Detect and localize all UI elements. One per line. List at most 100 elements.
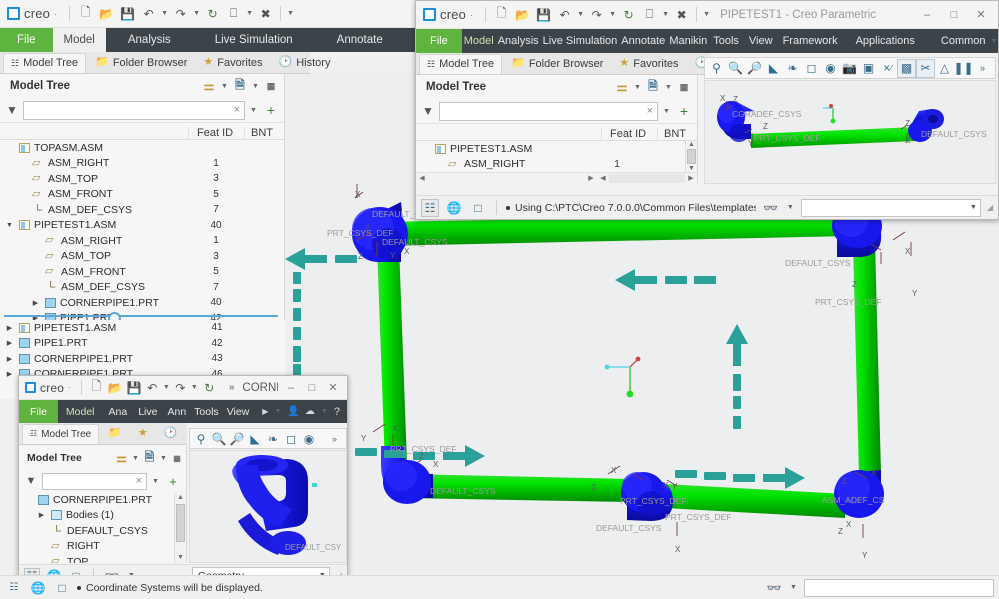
navtab-favorites[interactable]: ★: [131, 424, 155, 444]
ribbon-tab-live-simulation[interactable]: Live Simulation: [193, 28, 315, 52]
resize-grip[interactable]: ◢: [987, 203, 993, 212]
zoom-out-icon[interactable]: 🔎: [228, 430, 246, 448]
ribbon-tab-manikin[interactable]: Manikin: [667, 29, 709, 53]
navtab-history[interactable]: 🕑 History: [272, 53, 338, 73]
tree-vscrollbar-main[interactable]: ▲ ▼: [685, 141, 697, 172]
tree-columns-icon[interactable]: ▦: [262, 77, 280, 95]
display-icon[interactable]: 🗎: [644, 78, 662, 96]
filter-row-back[interactable]: ▼ × ▼ +: [0, 98, 284, 122]
annotation-display-icon[interactable]: ✕∕: [878, 59, 897, 78]
save-icon[interactable]: 💾: [534, 5, 553, 24]
search-dropdown-icon[interactable]: ▼: [789, 584, 798, 591]
section-icon[interactable]: ✂: [916, 59, 935, 78]
ribbon-tab-view[interactable]: View: [222, 400, 255, 423]
repaint-icon[interactable]: ⚲: [707, 59, 726, 78]
window-pipetest1[interactable]: creo · 🗋 📂 💾 ↶ ▼ ↷ ▼ ↻ ⎕ ▼ ✖ ▼ PIPETEST1…: [415, 0, 999, 220]
redo-dropdown-icon[interactable]: ▼: [192, 10, 201, 17]
undo-icon[interactable]: ↶: [555, 5, 574, 24]
navtab-favorites[interactable]: ★ Favorites: [196, 53, 269, 73]
tree-body-lower-back[interactable]: PIPETEST1.ASM41PIPE1.PRT42CORNERPIPE1.PR…: [0, 320, 285, 380]
chevron-right-icon[interactable]: [36, 511, 47, 519]
undo-dropdown-icon[interactable]: ▼: [576, 11, 585, 18]
ribbon-tab-file[interactable]: File: [19, 400, 58, 423]
tree-row[interactable]: PIPE1.PRT42: [0, 336, 285, 352]
display-dropdown-icon[interactable]: ▼: [159, 455, 168, 462]
tree-row[interactable]: PIPETEST1.ASM40: [0, 218, 284, 234]
view-display-icon[interactable]: ◻: [282, 430, 300, 448]
undo-dropdown-icon[interactable]: ▼: [160, 10, 169, 17]
navtab-folder-browser[interactable]: 📁 Folder Browser: [504, 54, 610, 74]
tree-row[interactable]: ASM_FRONT5: [0, 187, 284, 203]
chevron-right-icon[interactable]: [30, 299, 41, 307]
chevron-down-icon[interactable]: ▼: [273, 408, 282, 415]
redo-icon[interactable]: ↷: [587, 5, 606, 24]
tree-columns-icon[interactable]: ▦: [170, 449, 184, 467]
zoom-out-icon[interactable]: 🔎: [745, 59, 764, 78]
navigator-tabs-main[interactable]: ☷ Model Tree 📁 Folder Browser ★ Favorite…: [416, 53, 711, 75]
tree-row[interactable]: TOP: [19, 554, 174, 563]
tree-row[interactable]: PIPETEST1.ASM: [416, 141, 685, 157]
tree-body-main[interactable]: PIPETEST1.ASMASM_RIGHT1ASM_TOP3: [416, 141, 685, 172]
save-icon[interactable]: 💾: [126, 379, 143, 396]
clear-icon[interactable]: ×: [234, 104, 240, 116]
quick-access-toolbar-back[interactable]: 🗋 📂 💾 ↶ ▼ ↷ ▼ ↻ ⎕ ▼ ✖ ▼: [76, 4, 295, 23]
maximize-button[interactable]: □: [941, 5, 967, 25]
cloud-icon[interactable]: ☁: [305, 406, 315, 417]
redo-icon[interactable]: ↷: [171, 4, 190, 23]
new-icon[interactable]: 🗋: [492, 5, 511, 24]
settings-icon[interactable]: ⚌: [613, 78, 631, 96]
scroll-track-2[interactable]: [609, 174, 685, 183]
add-filter-icon[interactable]: +: [164, 472, 182, 490]
viewport-main[interactable]: CGRADEF_CSYS DEFAULT_CSYS PRT_CSYS_DEF X…: [704, 80, 996, 184]
datum-display-icon[interactable]: ❧: [264, 430, 282, 448]
ribbon-tab-view[interactable]: View: [743, 29, 779, 53]
window-cornerpipe1[interactable]: creo · 🗋 📂 💾 ↶ ▼ ↷ ▼ ↻ » CORNE – □ ✕ Fil…: [18, 375, 348, 587]
appearance-icon[interactable]: ◉: [821, 59, 840, 78]
model-tree-toggle-icon[interactable]: ☷: [421, 199, 439, 217]
refit-icon[interactable]: ◣: [764, 59, 783, 78]
tree-row[interactable]: ASM_DEF_CSYS7: [0, 280, 284, 296]
ribbon-tab-file[interactable]: File: [416, 29, 462, 53]
scroll-left-icon[interactable]: ◀: [416, 174, 428, 182]
regenerate-icon[interactable]: ↻: [619, 5, 638, 24]
close-window-icon[interactable]: ✖: [256, 4, 275, 23]
tree-row[interactable]: ASM_RIGHT1: [0, 156, 284, 172]
filter-dropdown-icon[interactable]: ▼: [662, 108, 671, 115]
open-icon[interactable]: 📂: [107, 379, 124, 396]
ribbon-right-front[interactable]: ▶ ▼ 👤 ☁ ▼ ?: [262, 400, 347, 423]
tree-hscrollbar-main-2[interactable]: ◀ ▶: [597, 172, 697, 183]
graphics-toolbar-main[interactable]: ⚲ 🔍 🔎 ◣ ❧ ◻ ◉ 📷 ▣ ✕∕ ▩ ✂ △ ❚❚ »: [704, 57, 996, 79]
navigator-tabs-back[interactable]: ☷ Model Tree 📁 Folder Browser ★ Favorite…: [0, 52, 310, 74]
zoom-in-icon[interactable]: 🔍: [210, 430, 228, 448]
ribbon-tab-model[interactable]: Model: [462, 29, 496, 53]
spin-center-icon[interactable]: ▩: [897, 59, 916, 78]
navtab-model-tree[interactable]: ☷ Model Tree: [22, 424, 99, 444]
tree-row[interactable]: ASM_FRONT5: [0, 264, 284, 280]
filter-dropdown-icon[interactable]: ▼: [151, 478, 160, 485]
redo-dropdown-icon[interactable]: ▼: [608, 11, 617, 18]
close-button[interactable]: ✕: [323, 378, 343, 398]
navtab-history[interactable]: 🕑: [157, 424, 185, 444]
filter-input-back[interactable]: ×: [23, 101, 245, 120]
ribbon-tab-common[interactable]: Common: [929, 29, 990, 53]
qat-customize-icon[interactable]: ▼: [286, 10, 295, 17]
ribbon-tab-framework[interactable]: Framework: [779, 29, 842, 53]
scroll-up-icon[interactable]: ▲: [688, 141, 695, 148]
window-dropdown-icon[interactable]: ▼: [245, 10, 254, 17]
close-button[interactable]: ✕: [968, 5, 994, 25]
add-filter-icon[interactable]: +: [262, 101, 280, 119]
search-binoculars-icon[interactable]: 👓: [765, 579, 783, 597]
display-dropdown-icon[interactable]: ▼: [664, 84, 673, 91]
search-binoculars-icon[interactable]: 👓: [762, 199, 780, 217]
scroll-down-icon[interactable]: ▼: [688, 165, 695, 172]
clear-icon[interactable]: ×: [136, 475, 142, 487]
settings-icon[interactable]: ⚌: [200, 77, 218, 95]
tree-row[interactable]: TOPASM.ASM: [0, 140, 284, 156]
minimize-button[interactable]: –: [914, 5, 940, 25]
chevron-down-icon[interactable]: [4, 222, 15, 229]
undo-icon[interactable]: ↶: [145, 379, 160, 396]
status-search-combo-back[interactable]: [804, 579, 994, 597]
ribbon-tab-annotate[interactable]: Annotate: [619, 29, 667, 53]
model-tree-tools-main[interactable]: ⚌ ▼ 🗎 ▼ ▦: [613, 78, 693, 96]
browser-toggle-icon[interactable]: 🌐: [445, 199, 463, 217]
